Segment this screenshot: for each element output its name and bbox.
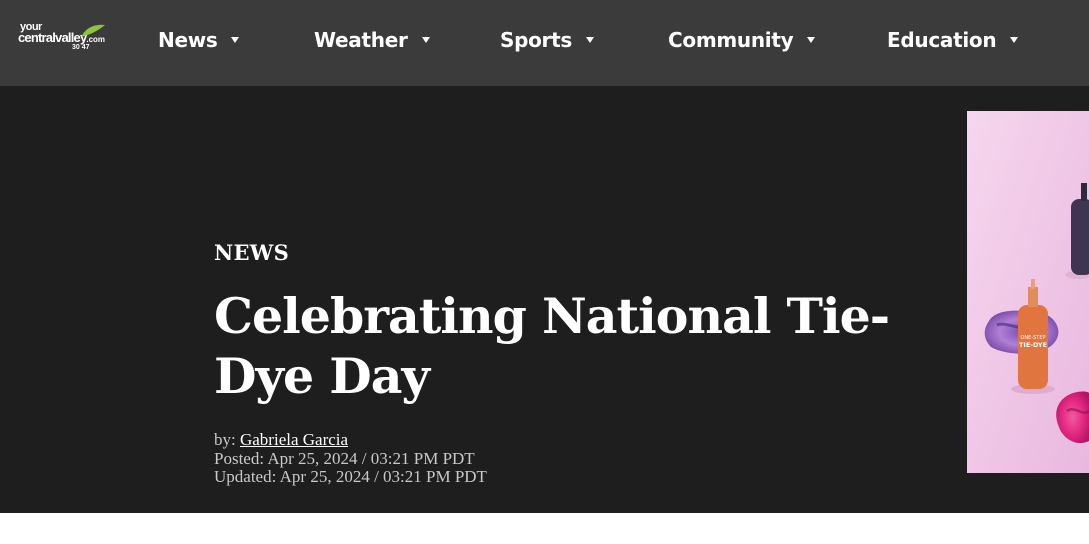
logo-leaf-icon (81, 24, 105, 37)
caret-down-icon (807, 37, 816, 43)
nav-item-label: Community (668, 28, 794, 52)
article-meta: by: Gabriela Garcia Posted: Apr 25, 2024… (214, 430, 487, 487)
nav-item-education[interactable]: Education (887, 28, 1019, 52)
nav-item-label: Sports (500, 28, 572, 52)
nav-item-news[interactable]: News (158, 28, 240, 52)
updated-date: Updated: Apr 25, 2024 / 03:21 PM PDT (214, 467, 487, 486)
section-label[interactable]: NEWS (214, 240, 289, 265)
bottle-label-main: TIE-DYE (1019, 341, 1047, 349)
nav-item-community[interactable]: Community (668, 28, 816, 52)
site-logo[interactable]: your centralvalley.com 30 47 (18, 22, 110, 56)
logo-text-name: centralvalley (18, 30, 87, 45)
caret-down-icon (1010, 37, 1019, 43)
tie-dye-photo-image: ONE-STEP TIE-DYE (967, 111, 1089, 473)
byline-prefix: by: (214, 430, 236, 449)
logo-channels: 30 47 (72, 44, 90, 51)
nav-item-label: News (158, 28, 218, 52)
nav-item-label: Weather (314, 28, 408, 52)
caret-down-icon (231, 37, 240, 43)
top-navigation-bar: your centralvalley.com 30 47 News Weathe… (0, 0, 1089, 86)
byline: by: Gabriela Garcia (214, 430, 487, 450)
caret-down-icon (421, 37, 430, 43)
nav-item-label: Education (887, 28, 997, 52)
nav-item-sports[interactable]: Sports (500, 28, 594, 52)
nav-item-weather[interactable]: Weather (314, 28, 430, 52)
caret-down-icon (586, 37, 594, 43)
author-link[interactable]: Gabriela Garcia (240, 430, 348, 449)
article-photo[interactable]: ONE-STEP TIE-DYE (967, 111, 1089, 473)
posted-date: Posted: Apr 25, 2024 / 03:21 PM PDT (214, 448, 475, 468)
article-title: Celebrating National Tie-Dye Day (214, 287, 890, 405)
